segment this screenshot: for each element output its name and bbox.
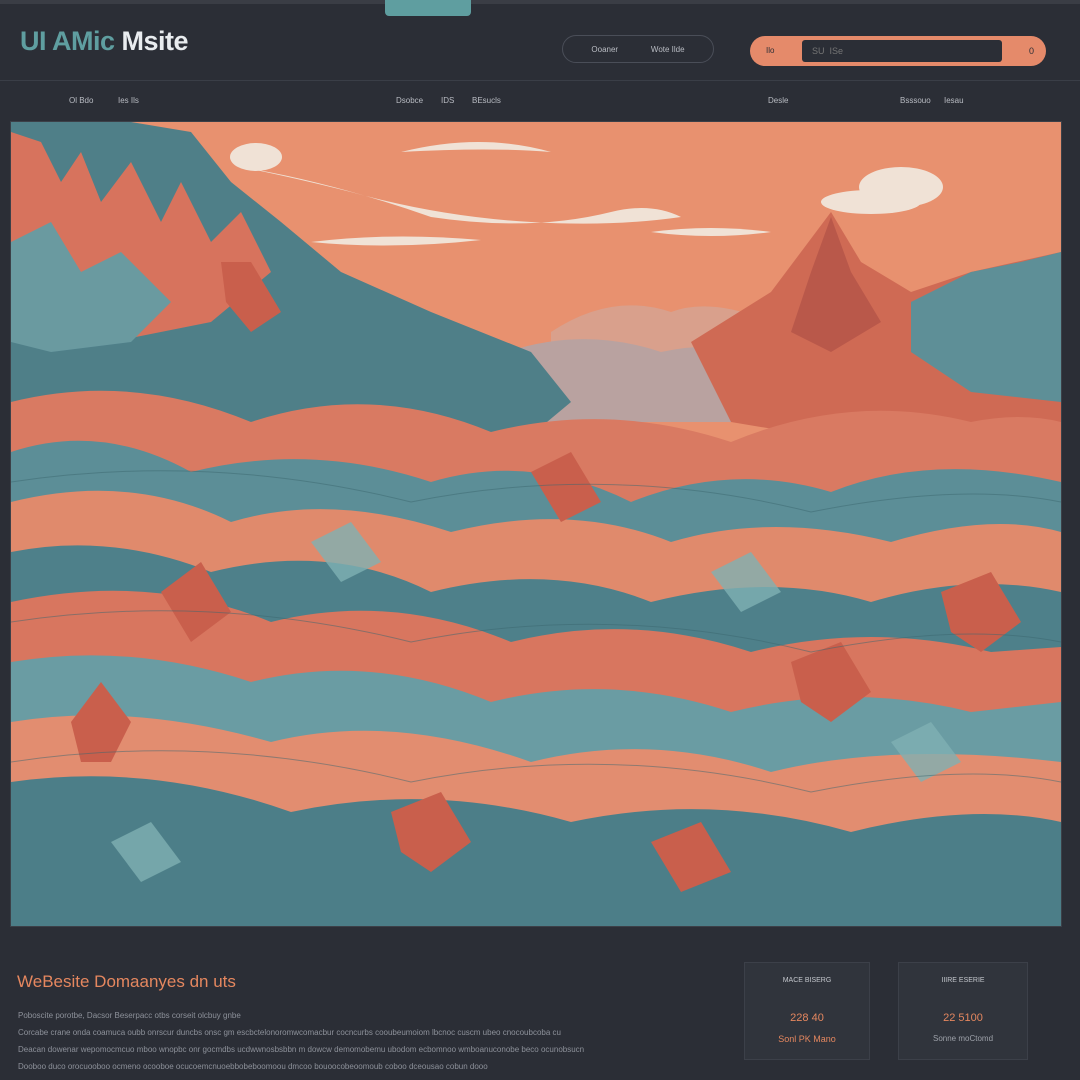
hero-landscape-illustration <box>10 121 1062 927</box>
search-category-chip[interactable]: Ilo <box>766 36 774 66</box>
secondary-nav: Ol Bdo Ies Ils Dsobce IDS BEsucls Desle … <box>0 90 1080 112</box>
footer-heading: WeBesite Domaanyes dn uts <box>17 972 236 991</box>
footer-line: Poboscite porotbe, Dacsor Beserpacc otbs… <box>18 1011 241 1020</box>
stat-card-value: 22 5100 <box>943 1012 983 1024</box>
logo-part-2: AMic <box>52 26 115 56</box>
nav-item[interactable]: Bsssouo <box>900 96 931 105</box>
stat-card-sub: Sonne moCtomd <box>932 1034 994 1043</box>
footer-line: Deacan dowenar wepomocmcuo mboo wnopbc o… <box>18 1045 585 1054</box>
nav-item[interactable]: Dsobce <box>396 96 423 105</box>
nav-item[interactable]: Iesau <box>944 96 964 105</box>
footer-paragraph: Poboscite porotbe, Dacsor Beserpacc otbs… <box>18 1007 698 1075</box>
nav-item[interactable]: BEsucls <box>472 96 501 105</box>
logo-part-3: Msite <box>114 26 189 56</box>
pill-nav-item[interactable]: Wote Ilde <box>651 45 685 54</box>
stat-card-sub: Sonl PK Mano <box>778 1034 836 1044</box>
nav-item[interactable]: Ol Bdo <box>69 96 93 105</box>
mountain-landscape-image <box>11 122 1061 926</box>
stat-card-label: MACE BISERG <box>782 977 832 984</box>
site-logo[interactable]: UI AMic Msite <box>20 26 189 57</box>
search-bar: Ilo 0 <box>750 36 1046 66</box>
nav-item[interactable]: Desle <box>768 96 788 105</box>
search-input[interactable] <box>802 40 1002 62</box>
site-header: UI AMic Msite Ooaner Wote Ilde Ilo 0 <box>0 4 1080 81</box>
pill-nav: Ooaner Wote Ilde <box>562 35 714 63</box>
stat-card-value: 228 40 <box>790 1012 824 1024</box>
footer-line: Dooboo duco orocuooboo ocmeno ocooboe oc… <box>18 1062 488 1071</box>
footer-line: Corcabe crane onda coamuca oubb onrscur … <box>18 1028 561 1037</box>
pill-nav-item[interactable]: Ooaner <box>591 45 618 54</box>
search-button[interactable]: 0 <box>1029 36 1034 66</box>
stat-card[interactable]: IIIRE ESERIE 22 5100 Sonne moCtomd <box>898 962 1028 1060</box>
stat-card-label: IIIRE ESERIE <box>941 977 985 984</box>
stat-card[interactable]: MACE BISERG 228 40 Sonl PK Mano <box>744 962 870 1060</box>
logo-part-1: UI <box>20 26 52 56</box>
nav-item[interactable]: IDS <box>441 96 454 105</box>
nav-item[interactable]: Ies Ils <box>118 96 139 105</box>
